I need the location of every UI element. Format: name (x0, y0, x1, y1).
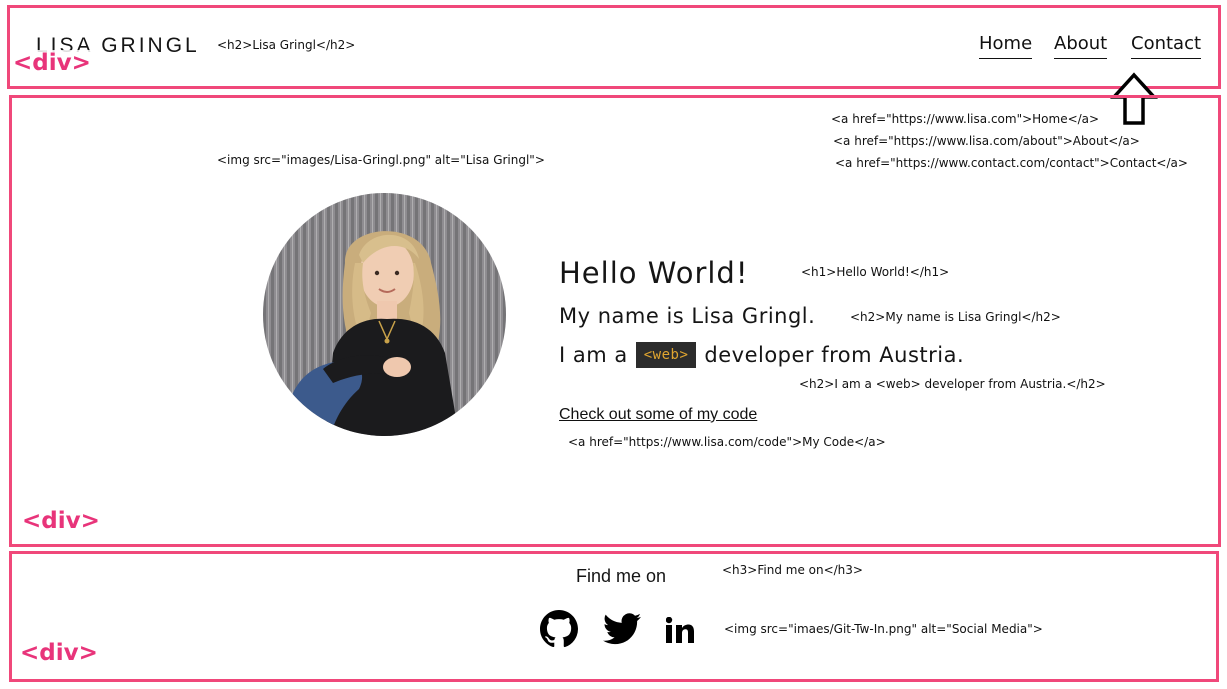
hero-div-label: <div> (22, 508, 100, 534)
nav-home-link[interactable]: Home (979, 33, 1033, 59)
social-annotation: <img src="imaes/Git-Tw-In.png" alt="Soci… (724, 622, 1043, 636)
web-code-tag: <web> (635, 342, 697, 368)
nav-annotation-home: <a href="https://www.lisa.com">Home</a> (831, 112, 1100, 126)
profile-photo (263, 193, 506, 436)
hero-heading: Hello World! (559, 256, 749, 290)
header-div-label: <div> (13, 50, 91, 76)
code-link[interactable]: Check out some of my code (559, 406, 757, 424)
nav-annotation-contact: <a href="https://www.contact.com/contact… (835, 156, 1188, 170)
find-me-heading: Find me on (576, 566, 667, 586)
footer-div-label: <div> (20, 640, 98, 666)
twitter-icon[interactable] (603, 612, 641, 646)
linkedin-icon[interactable] (666, 617, 694, 643)
nav-annotation-about: <a href="https://www.lisa.com/about">Abo… (833, 134, 1140, 148)
nav-about-link[interactable]: About (1054, 33, 1108, 59)
name-heading-annotation: <h2>My name is Lisa Gringl</h2> (850, 310, 1061, 324)
logo-annotation: <h2>Lisa Gringl</h2> (217, 38, 356, 52)
hero-heading-annotation: <h1>Hello World!</h1> (801, 265, 950, 279)
intro-heading-annotation: <h2>I am a <web> developer from Austria.… (799, 377, 1106, 391)
intro-heading: I am a <web> developer from Austria. (559, 342, 964, 368)
intro-text-end: developer from Austria. (704, 343, 965, 367)
code-link-annotation: <a href="https://www.lisa.com/code">My C… (568, 435, 886, 449)
image-annotation: <img src="images/Lisa-Gringl.png" alt="L… (217, 153, 545, 167)
find-me-annotation: <h3>Find me on</h3> (722, 563, 863, 577)
intro-text-start: I am a (559, 343, 628, 367)
nav-contact-link[interactable]: Contact (1131, 33, 1202, 59)
github-icon[interactable] (540, 610, 578, 648)
name-heading: My name is Lisa Gringl. (559, 304, 816, 328)
